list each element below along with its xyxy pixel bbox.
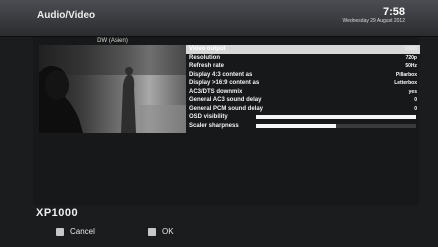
setting-row-display-16-9[interactable]: Display >16:9 content as Letterbox xyxy=(186,79,420,88)
setting-value: Letterbox xyxy=(394,80,417,86)
cancel-label: Cancel xyxy=(70,227,95,236)
setting-label: Video output xyxy=(189,46,226,52)
setting-value: 50Hz xyxy=(405,63,417,69)
cancel-button[interactable]: Cancel xyxy=(56,227,95,237)
setting-value: yes xyxy=(408,88,417,95)
cancel-key-icon xyxy=(56,227,64,236)
slider-fill xyxy=(256,115,416,119)
setting-value: 1080i xyxy=(404,46,417,52)
footer-bar: Cancel OK xyxy=(0,220,438,247)
clock-date: Wednesday 29 August 2012 xyxy=(342,18,405,24)
setting-row-scaler-sharpness[interactable]: Scaler sharpness xyxy=(186,122,420,131)
setting-label: Scaler sharpness xyxy=(189,122,239,129)
setting-row-ac3-sound-delay[interactable]: General AC3 sound delay 0 xyxy=(186,96,420,105)
setting-value: 0 xyxy=(414,105,417,112)
content-panel: DW (Asien) Video output 1080i Resolution… xyxy=(33,37,420,205)
scaler-sharpness-slider[interactable] xyxy=(256,123,416,128)
ok-label: OK xyxy=(162,227,174,236)
device-model-label: XP1000 xyxy=(36,207,79,219)
setting-label: Resolution xyxy=(189,54,220,61)
setting-row-display-4-3[interactable]: Display 4:3 content as Pillarbox xyxy=(186,71,420,80)
setting-row-osd-visibility[interactable]: OSD visibility xyxy=(186,113,420,122)
setting-label: OSD visibility xyxy=(189,114,228,120)
page-title: Audio/Video xyxy=(37,10,96,21)
clock: 7:58 Wednesday 29 August 2012 xyxy=(343,7,405,25)
header-bar: Audio/Video 7:58 Wednesday 29 August 201… xyxy=(0,0,438,37)
slider-fill xyxy=(256,123,336,128)
video-frame-image xyxy=(39,45,186,133)
settings-list: Video output 1080i Resolution 720p Refre… xyxy=(186,45,420,130)
setting-row-refresh-rate[interactable]: Refresh rate 50Hz xyxy=(186,62,420,71)
setting-label: General PCM sound delay xyxy=(189,105,264,112)
osd-visibility-slider[interactable] xyxy=(256,115,416,119)
setting-value: 720p xyxy=(405,54,417,61)
setting-label: AC3/DTS downmix xyxy=(189,88,243,95)
setting-value: Pillarbox xyxy=(395,71,417,78)
setting-value: 0 xyxy=(414,97,417,103)
ok-key-icon xyxy=(148,227,156,236)
setting-label: General AC3 sound delay xyxy=(189,97,262,103)
setting-label: Display 4:3 content as xyxy=(189,71,253,78)
clock-time: 7:58 xyxy=(382,6,405,18)
audio-video-settings-screen: Audio/Video 7:58 Wednesday 29 August 201… xyxy=(0,0,438,247)
setting-row-ac3-dts-downmix[interactable]: AC3/DTS downmix yes xyxy=(186,88,420,97)
setting-label: Refresh rate xyxy=(189,63,225,69)
pip-video-preview xyxy=(39,45,186,133)
ok-button[interactable]: OK xyxy=(148,227,174,237)
setting-label: Display >16:9 content as xyxy=(189,80,260,86)
setting-row-pcm-sound-delay[interactable]: General PCM sound delay 0 xyxy=(186,105,420,114)
pip-channel-name: DW (Asien) xyxy=(97,38,128,44)
setting-row-video-output[interactable]: Video output 1080i xyxy=(186,45,420,54)
setting-row-resolution[interactable]: Resolution 720p xyxy=(186,54,420,63)
